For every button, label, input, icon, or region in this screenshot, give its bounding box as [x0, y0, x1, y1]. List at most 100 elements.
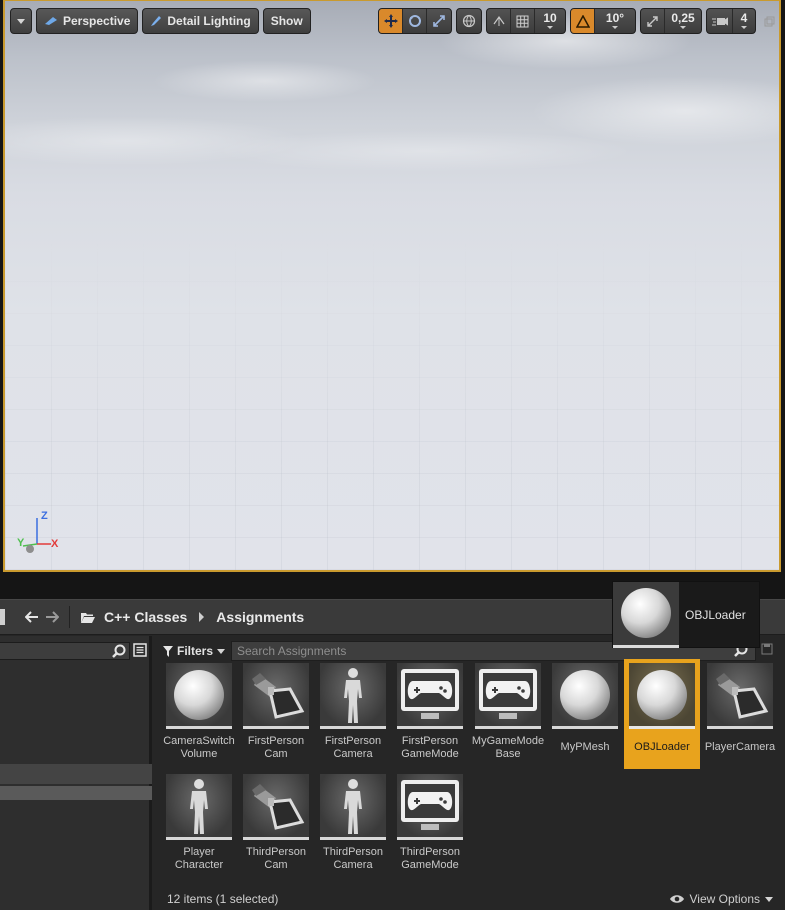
asset-tile[interactable]: MyGameMode Base	[470, 663, 546, 761]
rotation-snap-toggle[interactable]	[571, 9, 595, 33]
sources-panel	[0, 636, 152, 910]
asset-tile[interactable]: ThirdPerson GameMode	[392, 774, 468, 872]
gamepad-monitor-icon	[399, 778, 461, 834]
breadcrumb-assignments[interactable]: Assignments	[216, 609, 304, 625]
move-arrows-icon	[383, 14, 398, 28]
x-axis-label: X	[51, 538, 59, 550]
chevron-down-icon	[17, 18, 25, 24]
sources-tree-row-selected[interactable]	[0, 786, 152, 800]
asset-thumbnail	[320, 774, 386, 840]
asset-view: Filters CameraSwitchVolume FirstPersonCam…	[155, 636, 785, 910]
asset-thumbnail	[166, 774, 232, 840]
asset-tile[interactable]: PlayerCamera	[702, 663, 778, 754]
scale-snap-value: 0,25	[671, 11, 695, 25]
save-search-icon[interactable]	[761, 643, 773, 655]
collapse-sources-handle[interactable]	[0, 609, 5, 625]
camera-speed-icon	[711, 17, 728, 26]
camera-icon	[710, 667, 770, 723]
asset-thumbnail	[475, 663, 541, 729]
axis-gizmo: Z Y X	[13, 506, 63, 556]
asset-tile[interactable]: ThirdPerson Cam	[238, 774, 314, 872]
translate-mode-button[interactable]	[379, 9, 403, 33]
asset-tile[interactable]: FirstPerson Cam	[238, 663, 314, 761]
list-view-icon[interactable]	[133, 643, 147, 657]
level-viewport[interactable]: Perspective Detail Lighting Show 10 10° …	[3, 0, 781, 572]
mannequin-icon	[333, 665, 373, 725]
filters-button[interactable]: Filters	[163, 641, 226, 661]
angle-icon	[575, 14, 590, 28]
gamepad-monitor-icon	[399, 667, 461, 723]
asset-tile[interactable]: FirstPerson GameMode	[392, 663, 468, 761]
folder-open-icon[interactable]	[80, 611, 96, 624]
search-icon[interactable]	[112, 644, 126, 658]
asset-tile[interactable]: ThirdPerson Camera	[315, 774, 391, 872]
asset-thumbnail	[166, 663, 232, 729]
chevron-down-icon	[547, 26, 553, 29]
view-mode-button[interactable]: Perspective	[36, 8, 139, 34]
brush-icon	[151, 16, 162, 26]
grid-icon	[516, 15, 529, 27]
breadcrumb-cpp-classes[interactable]: C++ Classes	[104, 609, 187, 625]
scale-mode-button[interactable]	[427, 9, 451, 33]
maximize-viewport-button[interactable]	[760, 8, 778, 34]
camera-speed-value-dropdown[interactable]: 4	[733, 9, 755, 33]
sphere-icon	[558, 668, 612, 722]
asset-tile[interactable]: FirstPerson Camera	[315, 663, 391, 761]
eye-icon	[669, 895, 684, 903]
view-options-button[interactable]: View Options	[669, 892, 773, 906]
filter-icon	[163, 645, 173, 657]
asset-label: ThirdPerson GameMode	[400, 846, 460, 871]
rotate-mode-button[interactable]	[403, 9, 427, 33]
scale-snap-icon	[647, 15, 658, 27]
camera-speed-group: 4	[706, 8, 756, 34]
asset-label: MyPMesh	[560, 741, 610, 753]
breadcrumb-separator-icon[interactable]	[199, 612, 205, 622]
asset-label: FirstPerson Camera	[324, 735, 382, 760]
lighting-mode-label: Detail Lighting	[167, 14, 251, 28]
grid-snap-toggle[interactable]	[511, 9, 535, 33]
rotation-snap-value: 10°	[605, 11, 625, 25]
item-count-status: 12 items (1 selected)	[167, 892, 279, 906]
sphere-icon	[172, 668, 226, 722]
viewport-options-dropdown[interactable]	[10, 8, 32, 34]
asset-label: MyGameMode Base	[471, 735, 545, 760]
grid-snap-value-dropdown[interactable]: 10	[535, 9, 565, 33]
z-axis-label: Z	[41, 510, 48, 522]
sources-tree-row[interactable]	[0, 764, 152, 784]
asset-label: ThirdPerson Camera	[323, 846, 383, 871]
lighting-mode-button[interactable]: Detail Lighting	[142, 8, 259, 34]
asset-tile[interactable]: CameraSwitch Volume	[161, 663, 237, 761]
asset-tile[interactable]: OBJLoader	[624, 659, 700, 769]
asset-label: PlayerCamera	[704, 741, 776, 753]
camera-speed-button[interactable]	[707, 9, 733, 33]
asset-label: FirstPerson Cam	[247, 735, 305, 760]
globe-icon	[462, 14, 476, 28]
chevron-down-icon	[741, 26, 747, 29]
show-button[interactable]: Show	[262, 8, 311, 34]
asset-thumbnail	[397, 663, 463, 729]
back-arrow-icon[interactable]	[25, 611, 39, 623]
sphere-icon	[635, 668, 689, 722]
show-label: Show	[270, 14, 303, 28]
asset-tile[interactable]: MyPMesh	[547, 663, 623, 754]
tooltip-thumbnail	[613, 581, 679, 648]
asset-label: OBJLoader	[634, 741, 690, 753]
asset-thumbnail	[629, 663, 695, 729]
scale-snap-value-dropdown[interactable]: 0,25	[665, 9, 701, 33]
asset-label: FirstPerson GameMode	[401, 735, 459, 760]
asset-tile[interactable]: Player Character	[161, 774, 237, 872]
sources-search-field[interactable]	[0, 642, 130, 660]
asset-thumbnail	[707, 663, 773, 729]
chevron-down-icon	[680, 26, 686, 29]
forward-arrow-icon[interactable]	[45, 611, 59, 623]
surface-snap-toggle[interactable]	[487, 9, 511, 33]
rotation-snap-value-dropdown[interactable]: 10°	[595, 9, 635, 33]
filters-label: Filters	[177, 644, 214, 658]
scale-snap-toggle[interactable]	[641, 9, 665, 33]
chevron-down-icon	[217, 648, 226, 654]
chevron-down-icon	[765, 896, 773, 902]
asset-drag-tooltip: OBJLoader	[612, 581, 760, 648]
world-space-toggle[interactable]	[457, 9, 481, 33]
y-axis-label: Y	[17, 537, 25, 549]
chevron-down-icon	[612, 26, 618, 29]
